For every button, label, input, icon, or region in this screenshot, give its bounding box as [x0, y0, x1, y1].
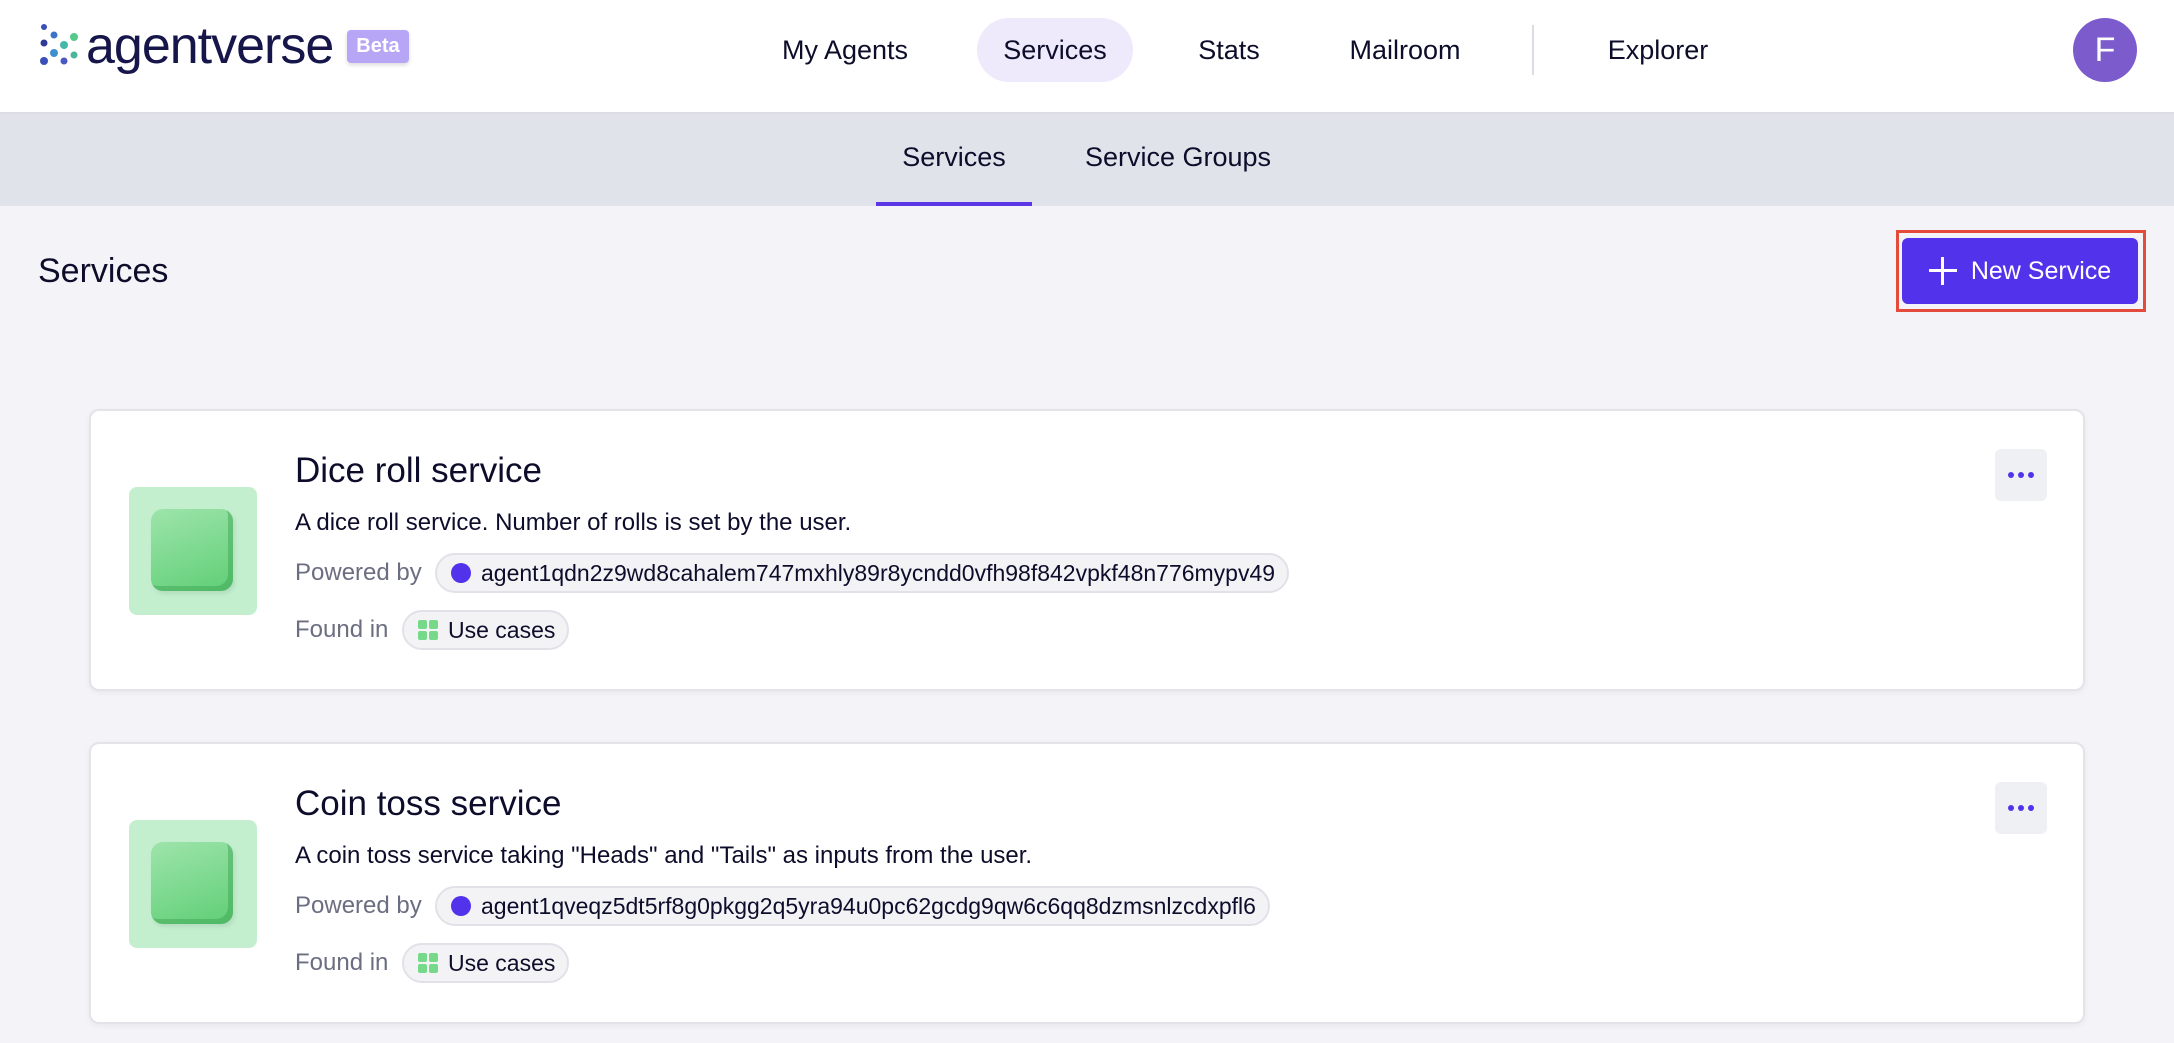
brand-name: agentverse — [86, 17, 334, 75]
agent-address: agent1qveqz5dt5rf8g0pkgg2q5yra94u0pc62gc… — [481, 893, 1256, 919]
group-name: Use cases — [448, 617, 556, 643]
service-thumbnail — [129, 487, 257, 615]
nav-stats[interactable]: Stats — [1163, 18, 1295, 82]
group-grid-icon — [418, 953, 438, 973]
top-navbar: agentverse Beta My Agents Services Stats… — [0, 0, 2174, 114]
nav-services[interactable]: Services — [977, 18, 1133, 82]
service-description: A coin toss service taking "Heads" and "… — [295, 842, 1033, 869]
group-grid-icon — [418, 620, 438, 640]
agent-dot-icon — [451, 896, 471, 916]
nav-my-agents[interactable]: My Agents — [750, 18, 940, 82]
user-avatar[interactable]: F — [2073, 18, 2137, 82]
service-description: A dice roll service. Number of rolls is … — [295, 509, 852, 536]
powered-by-label: Powered by — [295, 559, 422, 586]
nav-divider — [1532, 25, 1534, 75]
agent-address-chip[interactable]: agent1qveqz5dt5rf8g0pkgg2q5yra94u0pc62gc… — [435, 886, 1270, 926]
new-service-button[interactable]: New Service — [1902, 238, 2138, 304]
tab-service-groups[interactable]: Service Groups — [1066, 114, 1290, 206]
service-title[interactable]: Coin toss service — [295, 784, 561, 824]
found-in-label: Found in — [295, 616, 389, 643]
dot — [2008, 472, 2014, 478]
tab-services[interactable]: Services — [876, 114, 1032, 206]
agent-address: agent1qdn2z9wd8cahalem747mxhly89r8ycndd0… — [481, 560, 1276, 586]
dot — [2018, 472, 2024, 478]
group-name: Use cases — [448, 950, 556, 976]
subnav-bar: Services Service Groups — [0, 114, 2174, 206]
page-title: Services — [38, 252, 169, 290]
plus-icon — [1928, 257, 1957, 285]
agentverse-logo-icon — [40, 24, 78, 65]
service-thumbnail — [129, 820, 257, 948]
group-chip[interactable]: Use cases — [402, 943, 570, 983]
service-card[interactable]: Coin toss service A coin toss service ta… — [89, 742, 2085, 1024]
nav-mailroom[interactable]: Mailroom — [1322, 18, 1488, 82]
agent-dot-icon — [451, 563, 471, 583]
dot — [2018, 805, 2024, 811]
nav-explorer[interactable]: Explorer — [1580, 18, 1736, 82]
dot — [2008, 805, 2014, 811]
more-options-button[interactable] — [1995, 782, 2047, 834]
powered-by-label: Powered by — [295, 892, 422, 919]
dot — [2028, 805, 2034, 811]
new-service-label: New Service — [1970, 256, 2112, 285]
more-options-button[interactable] — [1995, 449, 2047, 501]
agent-address-chip[interactable]: agent1qdn2z9wd8cahalem747mxhly89r8ycndd0… — [435, 553, 1290, 593]
found-in-label: Found in — [295, 949, 389, 976]
dot — [2028, 472, 2034, 478]
service-card[interactable]: Dice roll service A dice roll service. N… — [89, 409, 2085, 691]
group-chip[interactable]: Use cases — [402, 610, 570, 650]
beta-badge: Beta — [347, 29, 409, 63]
service-title[interactable]: Dice roll service — [295, 451, 542, 491]
agentverse-logo[interactable]: agentverse Beta — [36, 20, 409, 72]
